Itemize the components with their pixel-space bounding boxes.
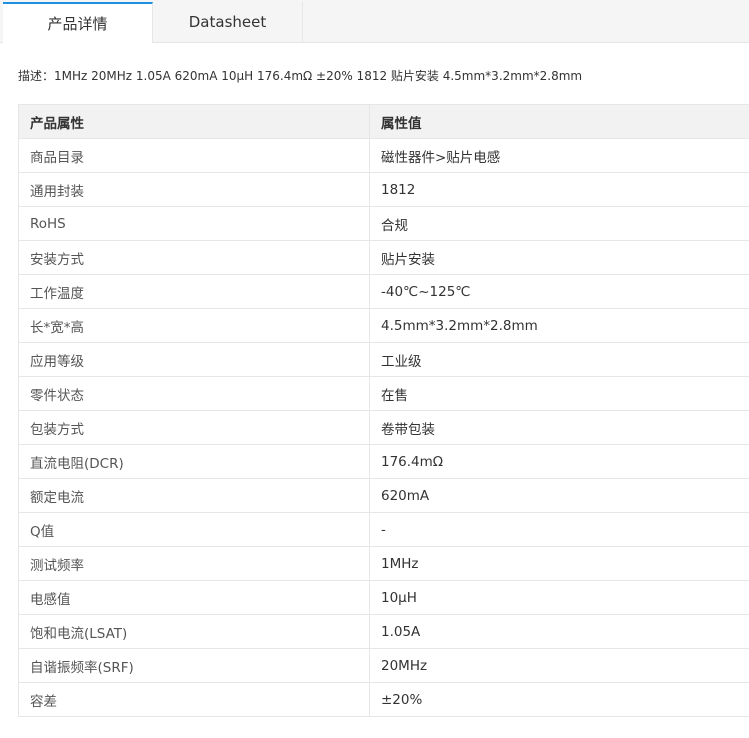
column-header-attribute: 产品属性 <box>18 104 370 139</box>
attribute-value: 在售 <box>369 376 749 411</box>
attribute-name: 包装方式 <box>18 410 370 445</box>
tab-bar: 产品详情 Datasheet <box>0 0 749 43</box>
tab-datasheet[interactable]: Datasheet <box>153 2 303 42</box>
table-row: 零件状态 在售 <box>18 376 749 411</box>
attribute-value: 20MHz <box>369 648 749 683</box>
attribute-name: 饱和电流(LSAT) <box>18 614 370 649</box>
table-row: 通用封装 1812 <box>18 172 749 207</box>
attribute-value: 贴片安装 <box>369 240 749 275</box>
attribute-name: 额定电流 <box>18 478 370 513</box>
attribute-value: - <box>369 512 749 547</box>
table-row: 额定电流 620mA <box>18 478 749 513</box>
attribute-value: 1812 <box>369 172 749 207</box>
attribute-value: 合规 <box>369 206 749 241</box>
table-row: 直流电阻(DCR) 176.4mΩ <box>18 444 749 479</box>
table-row: 包装方式 卷带包装 <box>18 410 749 445</box>
table-row: 工作温度 -40℃~125℃ <box>18 274 749 309</box>
attribute-name: 应用等级 <box>18 342 370 377</box>
attribute-name: 直流电阻(DCR) <box>18 444 370 479</box>
attribute-name: 长*宽*高 <box>18 308 370 343</box>
attribute-name: 安装方式 <box>18 240 370 275</box>
attribute-name: 容差 <box>18 682 370 717</box>
attribute-name: 自谐振频率(SRF) <box>18 648 370 683</box>
table-row: 饱和电流(LSAT) 1.05A <box>18 614 749 649</box>
attribute-value: 1MHz <box>369 546 749 581</box>
attribute-name: 通用封装 <box>18 172 370 207</box>
attribute-name: Q值 <box>18 512 370 547</box>
table-header-row: 产品属性 属性值 <box>18 104 749 139</box>
product-attributes-table: 产品属性 属性值 商品目录 磁性器件>贴片电感 通用封装 1812 RoHS 合规 安… <box>18 104 749 717</box>
table-row: 安装方式 贴片安装 <box>18 240 749 275</box>
attribute-name: 零件状态 <box>18 376 370 411</box>
table-row: 应用等级 工业级 <box>18 342 749 377</box>
table-row: Q值 - <box>18 512 749 547</box>
attribute-value: 工业级 <box>369 342 749 377</box>
attribute-name: 工作温度 <box>18 274 370 309</box>
table-row: RoHS 合规 <box>18 206 749 241</box>
product-description: 描述：1MHz 20MHz 1.05A 620mA 10μH 176.4mΩ ±… <box>18 69 583 83</box>
table-row: 容差 ±20% <box>18 682 749 717</box>
attribute-value: 卷带包装 <box>369 410 749 445</box>
attribute-value: 磁性器件>贴片电感 <box>369 138 749 173</box>
table-row: 自谐振频率(SRF) 20MHz <box>18 648 749 683</box>
attribute-value: -40℃~125℃ <box>369 274 749 309</box>
column-header-value: 属性值 <box>369 104 749 139</box>
tab-product-details[interactable]: 产品详情 <box>3 2 153 43</box>
table-row: 测试频率 1MHz <box>18 546 749 581</box>
attribute-name: 测试频率 <box>18 546 370 581</box>
attribute-value: 176.4mΩ <box>369 444 749 479</box>
attribute-value: 620mA <box>369 478 749 513</box>
attribute-name: 电感值 <box>18 580 370 615</box>
attribute-name: RoHS <box>18 206 370 241</box>
attribute-value: 10μH <box>369 580 749 615</box>
attribute-value: 4.5mm*3.2mm*2.8mm <box>369 308 749 343</box>
table-row: 商品目录 磁性器件>贴片电感 <box>18 138 749 173</box>
attribute-value: 1.05A <box>369 614 749 649</box>
table-row: 电感值 10μH <box>18 580 749 615</box>
attribute-value: ±20% <box>369 682 749 717</box>
attribute-name: 商品目录 <box>18 138 370 173</box>
table-row: 长*宽*高 4.5mm*3.2mm*2.8mm <box>18 308 749 343</box>
